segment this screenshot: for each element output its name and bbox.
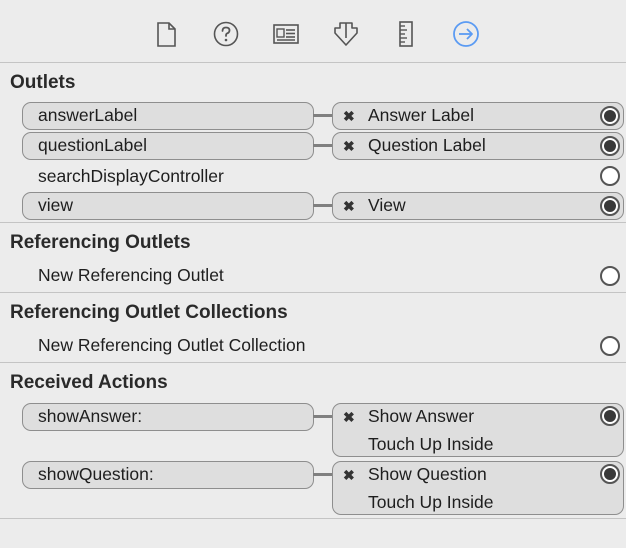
connection-line <box>313 144 334 147</box>
connection-line <box>313 415 334 418</box>
target-label: Answer Label <box>368 105 475 125</box>
connection-circle-filled[interactable] <box>600 106 620 126</box>
outlet-questionLabel[interactable]: questionLabel <box>22 132 314 160</box>
section-title-referencing-collections: Referencing Outlet Collections <box>10 302 288 323</box>
outlet-target-question-label: ✖ Question Label <box>332 132 624 160</box>
remove-connection-button[interactable]: ✖ <box>343 108 355 125</box>
referencing-collections-section: Referencing Outlet Collections New Refer… <box>0 293 626 363</box>
outlet-searchDisplayController: searchDisplayController <box>38 166 224 186</box>
connection-circle-filled[interactable] <box>600 464 620 484</box>
help-icon[interactable] <box>212 20 240 48</box>
action-name: showAnswer: <box>38 406 143 426</box>
outlet-target-answer-label: ✖ Answer Label <box>332 102 624 130</box>
target-method-label: Show Question <box>368 464 487 484</box>
target-event-label: Touch Up Inside <box>368 434 494 454</box>
action-showAnswer[interactable]: showAnswer: <box>22 403 314 431</box>
new-referencing-outlet-label: New Referencing Outlet <box>38 265 224 285</box>
action-target-show-answer: ✖ Show Answer Touch Up Inside <box>332 403 624 457</box>
connection-circle-filled[interactable] <box>600 196 620 216</box>
outlet-name: view <box>38 195 74 215</box>
connection-circle-empty[interactable] <box>600 166 620 186</box>
attributes-icon[interactable] <box>332 20 360 48</box>
remove-connection-button[interactable]: ✖ <box>343 467 355 484</box>
new-referencing-collection-label: New Referencing Outlet Collection <box>38 335 306 355</box>
outlets-section: Outlets answerLabel ✖ Answer Label quest… <box>0 63 626 223</box>
action-name: showQuestion: <box>38 464 154 484</box>
remove-connection-button[interactable]: ✖ <box>343 138 355 155</box>
action-showQuestion[interactable]: showQuestion: <box>22 461 314 489</box>
section-title-outlets: Outlets <box>10 72 76 93</box>
outlet-name: answerLabel <box>38 105 138 125</box>
connections-icon[interactable] <box>452 20 480 48</box>
file-icon[interactable] <box>152 20 180 48</box>
target-event-label: Touch Up Inside <box>368 492 494 512</box>
inspector-toolbar <box>0 0 626 63</box>
size-ruler-icon[interactable] <box>392 20 420 48</box>
section-title-received-actions: Received Actions <box>10 372 168 393</box>
connection-line <box>313 473 334 476</box>
section-title-referencing-outlets: Referencing Outlets <box>10 232 191 253</box>
outlet-view[interactable]: view <box>22 192 314 220</box>
connection-circle-filled[interactable] <box>600 136 620 156</box>
outlet-target-view: ✖ View <box>332 192 624 220</box>
target-method-label: Show Answer <box>368 406 475 426</box>
target-label: View <box>368 195 406 215</box>
connection-circle-empty[interactable] <box>600 336 620 356</box>
identity-icon[interactable] <box>272 20 300 48</box>
remove-connection-button[interactable]: ✖ <box>343 409 355 426</box>
remove-connection-button[interactable]: ✖ <box>343 198 355 215</box>
referencing-outlets-section: Referencing Outlets New Referencing Outl… <box>0 223 626 293</box>
connection-circle-filled[interactable] <box>600 406 620 426</box>
connection-line <box>313 204 334 207</box>
received-actions-section: Received Actions showAnswer: ✖ Show Answ… <box>0 363 626 519</box>
action-target-show-question: ✖ Show Question Touch Up Inside <box>332 461 624 515</box>
outlet-name: questionLabel <box>38 135 147 155</box>
target-label: Question Label <box>368 135 486 155</box>
connection-line <box>313 114 334 117</box>
connection-circle-empty[interactable] <box>600 266 620 286</box>
outlet-answerLabel[interactable]: answerLabel <box>22 102 314 130</box>
